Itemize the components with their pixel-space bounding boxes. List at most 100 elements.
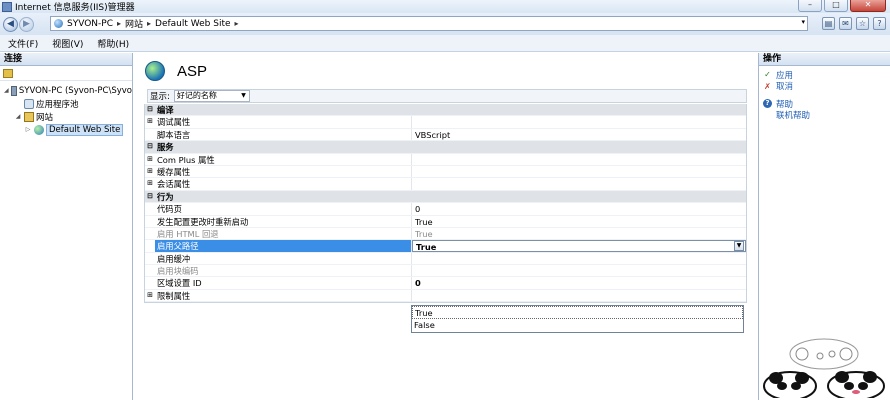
grid-expander-icon[interactable]: ⊞ <box>145 154 155 165</box>
grid-row[interactable]: 发生配置更改时重新启动 True <box>145 215 746 228</box>
tree-expander-icon[interactable]: ◢ <box>4 87 9 94</box>
tree-expander-icon[interactable]: ◢ <box>14 113 22 120</box>
property-value[interactable] <box>412 253 746 264</box>
property-value[interactable]: True <box>412 228 746 239</box>
breadcrumb-item[interactable]: SYVON-PC <box>67 19 113 29</box>
close-button[interactable]: ✕ <box>850 0 886 12</box>
address-bar[interactable]: SYVON-PC ▸ 网站 ▸ Default Web Site ▸ ▾ <box>50 16 808 31</box>
property-value[interactable]: True <box>412 216 746 227</box>
favorite-icon[interactable]: ☆ <box>856 17 869 30</box>
grid-row[interactable]: 启用父路径 True ▼ <box>145 240 746 253</box>
breadcrumb-item[interactable]: Default Web Site <box>155 19 231 29</box>
display-select-value: 好记的名称 <box>176 91 217 100</box>
grid-expander-icon[interactable] <box>145 277 155 288</box>
tree-expander-icon[interactable]: ▷ <box>24 126 32 133</box>
grid-row[interactable]: 脚本语言 VBScript <box>145 128 746 142</box>
grid-category[interactable]: ⊟ 编译 <box>145 104 746 117</box>
tree-item[interactable]: ◢ 网站 <box>0 110 132 123</box>
grid-row[interactable]: 启用块编码 <box>145 265 746 278</box>
tree-item[interactable]: 应用程序池 <box>0 97 132 110</box>
grid-expander-icon[interactable]: ⊟ <box>145 141 155 152</box>
property-name: 启用缓冲 <box>155 252 412 265</box>
grid-row[interactable]: ⊞ 缓存属性 <box>145 165 746 179</box>
property-name: 启用块编码 <box>155 265 412 277</box>
grid-row[interactable]: 代码页 0 <box>145 203 746 216</box>
property-value[interactable] <box>412 265 746 276</box>
property-name: 缓存属性 <box>155 165 412 178</box>
value-dropdown-list: True False <box>411 305 744 333</box>
breadcrumb-separator-icon[interactable]: ▸ <box>117 19 121 28</box>
grid-expander-icon[interactable] <box>145 228 155 239</box>
dropdown-option-true[interactable]: True <box>412 306 743 319</box>
grid-expander-icon[interactable]: ⊞ <box>145 116 155 127</box>
grid-expander-icon[interactable] <box>145 265 155 276</box>
grid-row[interactable]: ⊞ 会话属性 <box>145 178 746 191</box>
mail-icon[interactable]: ✉ <box>839 17 852 30</box>
grid-expander-icon[interactable]: ⊞ <box>145 178 155 189</box>
grid-category[interactable]: ⊟ 行为 <box>145 190 746 204</box>
grid-expander-icon[interactable] <box>145 129 155 140</box>
tree-item[interactable]: ◢ SYVON-PC (Syvon-PC\Syvo <box>0 84 132 97</box>
property-value[interactable]: 0 <box>412 203 746 214</box>
display-select[interactable]: 好记的名称 ▼ <box>173 90 250 102</box>
grid-row[interactable]: ⊞ 限制属性 <box>145 289 746 303</box>
property-value[interactable] <box>412 290 746 301</box>
connect-icon[interactable] <box>3 68 13 78</box>
property-value <box>412 141 746 152</box>
connections-header: 连接 <box>0 53 132 66</box>
address-dropdown-icon[interactable]: ▾ <box>801 18 805 26</box>
grid-category[interactable]: ⊟ 服务 <box>145 141 746 154</box>
property-name: 行为 <box>157 191 174 202</box>
property-value[interactable] <box>412 116 746 127</box>
title-bar: Internet 信息服务(IIS)管理器 – □ ✕ <box>0 0 890 13</box>
dropdown-option-false[interactable]: False <box>412 319 743 332</box>
back-button[interactable]: ◀ <box>3 16 18 32</box>
property-value[interactable]: VBScript <box>412 129 746 140</box>
grid-expander-icon[interactable]: ⊞ <box>145 166 155 177</box>
window-controls: – □ ✕ <box>798 0 886 12</box>
grid-expander-icon[interactable]: ⊟ <box>145 104 155 115</box>
apply-icon: ✓ <box>764 70 771 80</box>
maximize-button[interactable]: □ <box>824 0 848 12</box>
view-icon[interactable]: ▤ <box>822 17 835 30</box>
window-title: Internet 信息服务(IIS)管理器 <box>15 3 135 13</box>
tree-item[interactable]: ▷ Default Web Site <box>0 123 132 136</box>
grid-row[interactable]: 区域设置 ID 0 <box>145 277 746 290</box>
grid-row[interactable]: 启用 HTML 回退 True <box>145 227 746 241</box>
property-value[interactable] <box>412 178 746 189</box>
action-apply[interactable]: ✓ 应用 <box>763 69 890 81</box>
minimize-button[interactable]: – <box>798 0 822 12</box>
grid-expander-icon[interactable] <box>145 240 155 251</box>
sites-folder-icon <box>24 111 34 122</box>
grid-expander-icon[interactable] <box>145 253 155 264</box>
property-value[interactable]: 0 <box>412 277 746 288</box>
action-online-help[interactable]: 联机帮助 <box>763 110 890 122</box>
grid-expander-icon[interactable] <box>145 216 155 227</box>
property-value[interactable] <box>412 166 746 177</box>
breadcrumb-separator-icon[interactable]: ▸ <box>235 19 239 28</box>
breadcrumb-item[interactable]: 网站 <box>125 17 143 30</box>
breadcrumb-separator-icon[interactable]: ▸ <box>147 19 151 28</box>
actions-list: ✓ 应用 ✗ 取消 <box>759 66 890 92</box>
grid-expander-icon[interactable]: ⊟ <box>145 191 155 202</box>
property-value-select[interactable]: True ▼ <box>412 240 746 252</box>
property-value[interactable] <box>412 154 746 165</box>
forward-button[interactable]: ▶ <box>19 16 34 32</box>
action-help[interactable]: ? 帮助 <box>763 98 890 110</box>
property-name: 发生配置更改时重新启动 <box>155 215 412 227</box>
grid-row[interactable]: ⊞ Com Plus 属性 <box>145 153 746 166</box>
action-label: 联机帮助 <box>776 111 811 122</box>
grid-expander-icon[interactable]: ⊞ <box>145 290 155 301</box>
property-name: Com Plus 属性 <box>155 153 412 165</box>
property-value <box>412 104 746 115</box>
chevron-down-icon[interactable]: ▼ <box>734 241 744 252</box>
menu-file[interactable]: 文件(F) <box>8 37 38 50</box>
help-icon[interactable]: ? <box>873 17 886 30</box>
menu-help[interactable]: 帮助(H) <box>97 37 129 50</box>
grid-row[interactable]: 启用缓冲 <box>145 252 746 266</box>
action-cancel[interactable]: ✗ 取消 <box>763 81 890 93</box>
property-grid: ⊟ 编译 ⊞ 调试属性 脚本语言 VBScript ⊟ 服务 ⊞ Com Plus 属性 ⊞ 缓存属性… <box>144 104 747 304</box>
grid-row[interactable]: ⊞ 调试属性 <box>145 116 746 129</box>
menu-view[interactable]: 视图(V) <box>52 37 83 50</box>
grid-expander-icon[interactable] <box>145 203 155 214</box>
